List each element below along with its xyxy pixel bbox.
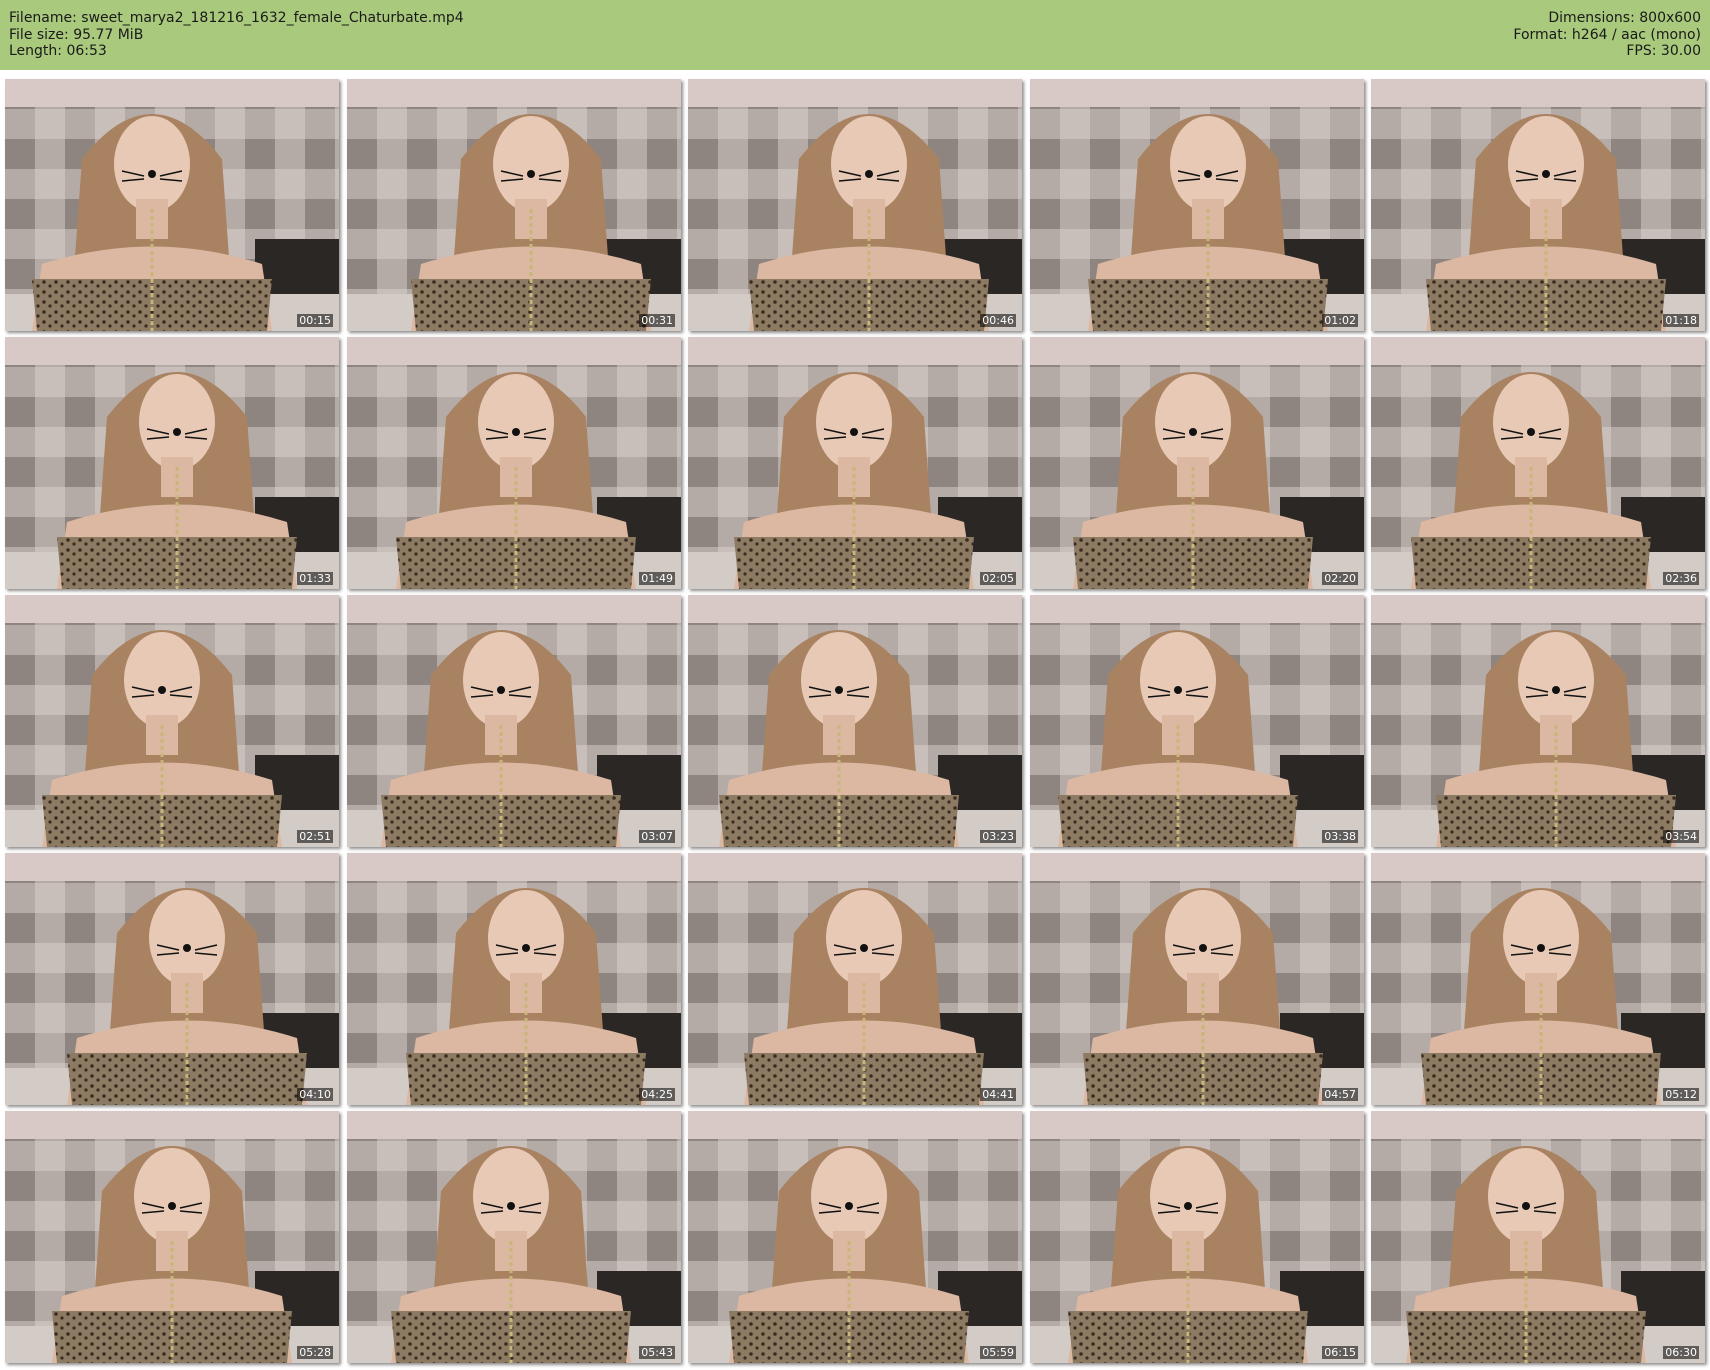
frame-image bbox=[1371, 595, 1705, 847]
thumbnail-timestamp: 05:28 bbox=[297, 1346, 333, 1359]
video-thumbnail: 02:20 bbox=[1030, 337, 1364, 589]
thumbnail-timestamp: 03:54 bbox=[1663, 830, 1699, 843]
frame-image bbox=[1371, 853, 1705, 1105]
video-thumbnail: 03:07 bbox=[347, 595, 681, 847]
frame-image bbox=[688, 79, 1022, 331]
format-text: Format: h264 / aac (mono) bbox=[1513, 26, 1701, 43]
frame-image bbox=[1030, 79, 1364, 331]
frame-image bbox=[347, 595, 681, 847]
thumbnail-timestamp: 00:46 bbox=[980, 314, 1016, 327]
thumbnail-timestamp: 02:36 bbox=[1663, 572, 1699, 585]
video-thumbnail: 03:38 bbox=[1030, 595, 1364, 847]
video-thumbnail: 02:51 bbox=[5, 595, 339, 847]
video-thumbnail: 04:10 bbox=[5, 853, 339, 1105]
video-thumbnail: 02:36 bbox=[1371, 337, 1705, 589]
video-thumbnail: 01:49 bbox=[347, 337, 681, 589]
frame-image bbox=[1371, 1111, 1705, 1363]
thumbnail-timestamp: 01:02 bbox=[1322, 314, 1358, 327]
video-thumbnail: 04:57 bbox=[1030, 853, 1364, 1105]
thumbnail-timestamp: 02:05 bbox=[980, 572, 1016, 585]
thumbnail-timestamp: 06:30 bbox=[1663, 1346, 1699, 1359]
thumbnail-timestamp: 02:20 bbox=[1322, 572, 1358, 585]
video-thumbnail: 01:18 bbox=[1371, 79, 1705, 331]
thumbnail-timestamp: 03:07 bbox=[639, 830, 675, 843]
thumbnail-timestamp: 05:43 bbox=[639, 1346, 675, 1359]
thumbnail-timestamp: 03:23 bbox=[980, 830, 1016, 843]
frame-image bbox=[1030, 853, 1364, 1105]
video-thumbnail: 00:31 bbox=[347, 79, 681, 331]
video-thumbnail: 01:02 bbox=[1030, 79, 1364, 331]
thumbnail-timestamp: 04:41 bbox=[980, 1088, 1016, 1101]
frame-image bbox=[347, 1111, 681, 1363]
frame-image bbox=[347, 853, 681, 1105]
frame-image bbox=[1030, 337, 1364, 589]
info-header: Filename: sweet_marya2_181216_1632_femal… bbox=[0, 0, 1710, 70]
dimensions-text: Dimensions: 800x600 bbox=[1548, 10, 1701, 26]
video-thumbnail: 03:54 bbox=[1371, 595, 1705, 847]
thumbnail-timestamp: 03:38 bbox=[1322, 830, 1358, 843]
frame-image bbox=[1030, 595, 1364, 847]
video-thumbnail: 05:59 bbox=[688, 1111, 1022, 1363]
video-thumbnail: 00:46 bbox=[688, 79, 1022, 331]
frame-image bbox=[688, 337, 1022, 589]
thumbnail-timestamp: 05:12 bbox=[1663, 1088, 1699, 1101]
frame-image bbox=[347, 79, 681, 331]
file-info-right: Dimensions: 800x600 Format: h264 / aac (… bbox=[1513, 10, 1701, 60]
fps-text: FPS: 30.00 bbox=[1626, 43, 1701, 59]
frame-image bbox=[1371, 79, 1705, 331]
frame-image bbox=[1030, 1111, 1364, 1363]
thumbnail-timestamp: 04:10 bbox=[297, 1088, 333, 1101]
thumbnail-timestamp: 04:57 bbox=[1322, 1088, 1358, 1101]
file-info-left: Filename: sweet_marya2_181216_1632_femal… bbox=[9, 10, 464, 60]
thumbnail-timestamp: 01:18 bbox=[1663, 314, 1699, 327]
thumbnail-timestamp: 01:49 bbox=[639, 572, 675, 585]
video-thumbnail: 00:15 bbox=[5, 79, 339, 331]
video-thumbnail: 05:28 bbox=[5, 1111, 339, 1363]
frame-image bbox=[1371, 337, 1705, 589]
video-thumbnail: 06:30 bbox=[1371, 1111, 1705, 1363]
frame-image bbox=[5, 853, 339, 1105]
thumbnail-grid: 00:15 00:31 00:46 01:02 01:18 01:33 01:49 02:05… bbox=[5, 79, 1705, 1364]
video-thumbnail: 03:23 bbox=[688, 595, 1022, 847]
frame-image bbox=[5, 337, 339, 589]
frame-image bbox=[5, 79, 339, 331]
video-thumbnail: 04:25 bbox=[347, 853, 681, 1105]
video-thumbnail: 05:43 bbox=[347, 1111, 681, 1363]
video-thumbnail: 02:05 bbox=[688, 337, 1022, 589]
filesize-text: File size: 95.77 MiB bbox=[9, 26, 144, 43]
video-thumbnail: 05:12 bbox=[1371, 853, 1705, 1105]
frame-image bbox=[688, 1111, 1022, 1363]
video-thumbnail: 06:15 bbox=[1030, 1111, 1364, 1363]
frame-image bbox=[347, 337, 681, 589]
frame-image bbox=[688, 853, 1022, 1105]
video-thumbnail: 01:33 bbox=[5, 337, 339, 589]
thumbnail-timestamp: 06:15 bbox=[1322, 1346, 1358, 1359]
frame-image bbox=[5, 595, 339, 847]
length-text: Length: 06:53 bbox=[9, 43, 107, 59]
thumbnail-timestamp: 04:25 bbox=[639, 1088, 675, 1101]
thumbnail-timestamp: 00:15 bbox=[297, 314, 333, 327]
frame-image bbox=[5, 1111, 339, 1363]
frame-image bbox=[688, 595, 1022, 847]
thumbnail-timestamp: 01:33 bbox=[297, 572, 333, 585]
filename-text: Filename: sweet_marya2_181216_1632_femal… bbox=[9, 10, 464, 26]
thumbnail-timestamp: 00:31 bbox=[639, 314, 675, 327]
thumbnail-timestamp: 05:59 bbox=[980, 1346, 1016, 1359]
thumbnail-timestamp: 02:51 bbox=[297, 830, 333, 843]
video-thumbnail: 04:41 bbox=[688, 853, 1022, 1105]
